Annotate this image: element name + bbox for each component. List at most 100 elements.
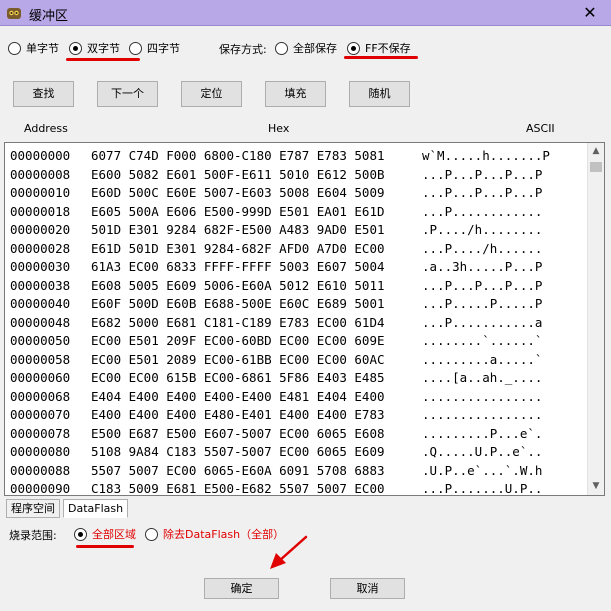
- ascii-cell: .........P...e`.: [422, 425, 543, 441]
- next-button[interactable]: 下一个: [97, 81, 158, 107]
- ascii-cell: .P..../h........: [422, 222, 543, 237]
- random-button[interactable]: 随机: [349, 81, 410, 107]
- radio-exclude-dataflash[interactable]: 除去DataFlash（全部）: [145, 526, 284, 542]
- ascii-cell: .U.P..e`...`.W.h: [422, 462, 543, 478]
- hex-cell: E682 5000 E681 C181-C189 E783 EC00 61D4: [91, 314, 385, 330]
- find-button[interactable]: 查找: [13, 81, 74, 107]
- ascii-cell: ................: [422, 388, 543, 404]
- address-cell: 00000048: [10, 314, 71, 330]
- radio-indicator: [129, 41, 142, 55]
- column-header-ascii: ASCII: [526, 122, 555, 135]
- fill-button[interactable]: 填充: [265, 81, 326, 107]
- tab-dataflash[interactable]: DataFlash: [63, 499, 129, 518]
- address-cell: 00000028: [10, 240, 71, 256]
- locate-button[interactable]: 定位: [181, 81, 242, 107]
- address-cell: 00000040: [10, 296, 71, 311]
- scroll-down-arrow-icon[interactable]: ▼: [588, 478, 604, 495]
- scroll-up-arrow-icon[interactable]: ▲: [588, 143, 604, 160]
- ascii-cell: ...P............: [422, 203, 543, 219]
- hex-cell: 5507 5007 EC00 6065-E60A 6091 5708 6883: [91, 462, 385, 478]
- radio-indicator: [347, 41, 360, 55]
- annotation-underline-save-mode: [344, 56, 418, 59]
- radio-label: 单字节: [26, 42, 59, 55]
- radio-label: 全部区域: [92, 528, 136, 541]
- hex-cell: EC00 EC00 615B EC00-6861 5F86 E403 E485: [91, 370, 385, 385]
- radio-label: 双字节: [87, 42, 120, 55]
- hex-cell: E400 E400 E400 E480-E401 E400 E400 E783: [91, 407, 385, 422]
- scrollbar-thumb[interactable]: [590, 162, 602, 172]
- radio-quad-byte[interactable]: 四字节: [129, 40, 180, 56]
- app-icon: [7, 8, 21, 19]
- address-cell: 00000078: [10, 425, 71, 441]
- radio-all-area[interactable]: 全部区域: [74, 526, 136, 542]
- close-icon[interactable]: ✕: [580, 4, 600, 22]
- ascii-cell: ................: [422, 407, 543, 422]
- address-cell: 00000068: [10, 388, 71, 404]
- column-header-hex: Hex: [268, 122, 290, 135]
- radio-label: 四字节: [147, 42, 180, 55]
- ascii-cell: .a..3h.....P...P: [422, 259, 543, 274]
- hex-cell: E404 E400 E400 E400-E400 E481 E404 E400: [91, 388, 385, 404]
- address-cell: 00000008: [10, 166, 71, 182]
- hex-cell: 61A3 EC00 6833 FFFF-FFFF 5003 E607 5004: [91, 259, 385, 274]
- ascii-cell: ...P...........a: [422, 314, 543, 330]
- address-cell: 00000038: [10, 277, 71, 293]
- address-cell: 00000058: [10, 351, 71, 367]
- radio-label: 除去DataFlash（全部）: [163, 528, 285, 541]
- radio-label: FF不保存: [365, 42, 411, 55]
- hex-cell: E500 E687 E500 E607-5007 EC00 6065 E608: [91, 425, 385, 441]
- title-bar: 缓冲区 ✕: [0, 0, 611, 26]
- hex-cell: 5108 9A84 C183 5507-5007 EC00 6065 E609: [91, 444, 385, 459]
- window-title: 缓冲区: [29, 9, 69, 24]
- annotation-underline-burn-range: [76, 545, 134, 548]
- hex-cell: EC00 E501 2089 EC00-61BB EC00 EC00 60AC: [91, 351, 385, 367]
- ascii-cell: w`M.....h.......P: [422, 148, 550, 163]
- ascii-cell: ........`......`: [422, 333, 543, 348]
- hex-cell: 6077 C74D F000 6800-C180 E787 E783 5081: [91, 148, 385, 163]
- address-cell: 00000018: [10, 203, 71, 219]
- hex-cell: E61D 501D E301 9284-682F AFD0 A7D0 EC00: [91, 240, 385, 256]
- hex-cell: E608 5005 E609 5006-E60A 5012 E610 5011: [91, 277, 385, 293]
- annotation-underline-byte-mode: [66, 58, 140, 61]
- radio-indicator: [145, 527, 158, 541]
- ascii-cell: ...P.....P.....P: [422, 296, 543, 311]
- radio-double-byte[interactable]: 双字节: [69, 40, 120, 56]
- tab-program-space[interactable]: 程序空间: [6, 499, 60, 518]
- address-cell: 00000000: [10, 148, 71, 163]
- address-cell: 00000010: [10, 185, 71, 200]
- address-cell: 00000020: [10, 222, 71, 237]
- address-cell: 00000060: [10, 370, 71, 385]
- hex-view[interactable]: 00000000 6077 C74D F000 6800-C180 E787 E7…: [4, 142, 605, 496]
- hex-cell: E60D 500C E60E 5007-E603 5008 E604 5009: [91, 185, 385, 200]
- address-cell: 00000088: [10, 462, 71, 478]
- ascii-cell: ...P...P...P...P: [422, 277, 543, 293]
- burn-range-label: 烧录范围:: [9, 529, 57, 542]
- hex-cell: E60F 500D E60B E688-500E E60C E689 5001: [91, 296, 385, 311]
- radio-indicator: [69, 41, 82, 55]
- radio-single-byte[interactable]: 单字节: [8, 40, 59, 56]
- radio-ff-not-save[interactable]: FF不保存: [347, 40, 411, 56]
- ascii-cell: ...P...P...P...P: [422, 185, 543, 200]
- hex-cell: E605 500A E606 E500-999D E501 EA01 E61D: [91, 203, 385, 219]
- address-cell: 00000080: [10, 444, 71, 459]
- ascii-cell: ...P.......U.P..: [422, 481, 543, 496]
- ascii-cell: ....[a..ah._....: [422, 370, 543, 385]
- ok-button[interactable]: 确定: [204, 578, 279, 599]
- cancel-button[interactable]: 取消: [330, 578, 405, 599]
- radio-indicator: [275, 41, 288, 55]
- ascii-cell: ...P...P...P...P: [422, 166, 543, 182]
- radio-save-all[interactable]: 全部保存: [275, 40, 337, 56]
- ascii-cell: ...P..../h......: [422, 240, 543, 256]
- address-cell: 00000050: [10, 333, 71, 348]
- hex-cell: EC00 E501 209F EC00-60BD EC00 EC00 609E: [91, 333, 385, 348]
- ascii-cell: .........a.....`: [422, 351, 543, 367]
- vertical-scrollbar[interactable]: ▲ ▼: [587, 143, 604, 495]
- hex-cell: 501D E301 9284 682F-E500 A483 9AD0 E501: [91, 222, 385, 237]
- save-mode-label: 保存方式:: [219, 43, 267, 56]
- radio-label: 全部保存: [293, 42, 337, 55]
- radio-indicator: [8, 41, 21, 55]
- address-cell: 00000090: [10, 481, 71, 496]
- address-cell: 00000070: [10, 407, 71, 422]
- hex-cell: E600 5082 E601 500F-E611 5010 E612 500B: [91, 166, 385, 182]
- address-cell: 00000030: [10, 259, 71, 274]
